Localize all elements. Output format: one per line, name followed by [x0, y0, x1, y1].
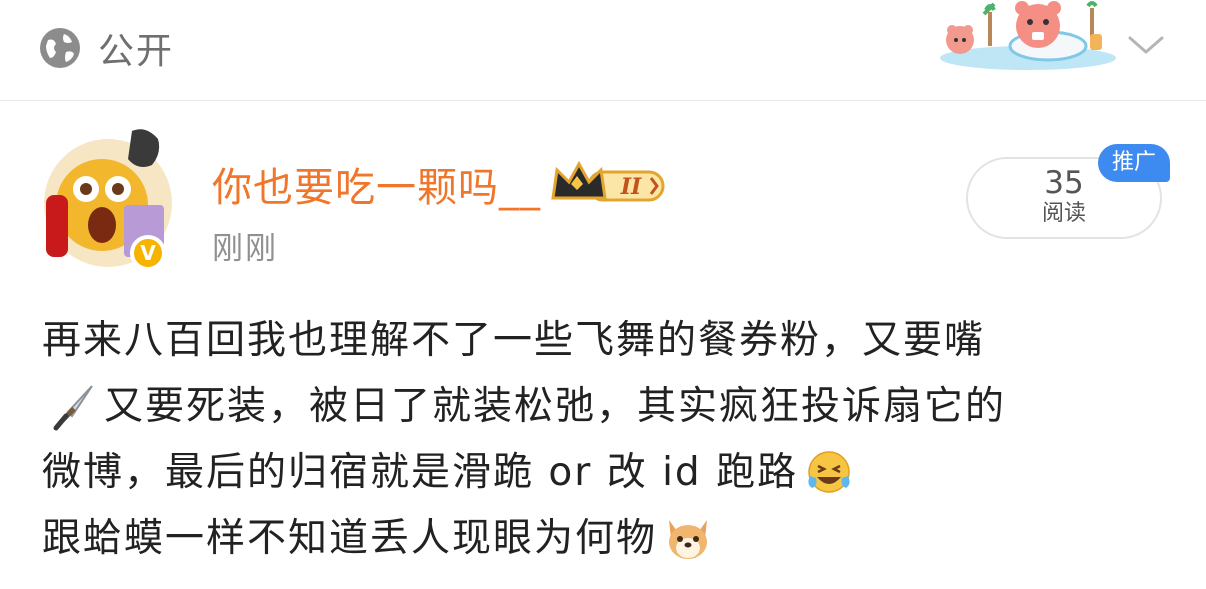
visibility-label: 公开 [98, 31, 175, 72]
post-content: 再来八百回我也理解不了一些飞舞的餐券粉，又要嘴 又要死装，被日了就装松弛，其实疯… [42, 308, 1172, 572]
post-text: 又要死装，被日了就装松弛，其实疯狂投诉扇它的 [104, 384, 1007, 429]
author-info: 你也要吃一颗吗__ II 刚刚 [212, 153, 669, 268]
read-label: 阅读 [1041, 201, 1086, 226]
verified-mark: V [140, 241, 156, 265]
globe-icon [40, 28, 80, 68]
post-line: 再来八百回我也理解不了一些飞舞的餐券粉，又要嘴 [42, 308, 1172, 374]
visibility-selector[interactable]: 公开 [38, 26, 174, 72]
post-text: 微博，最后的归宿就是滑跪 or 改 id 跑路 [42, 450, 799, 495]
author-name[interactable]: 你也要吃一颗吗__ [212, 155, 541, 213]
post-line: 跟蛤蟆一样不知道丢人现眼为何物 [42, 506, 1172, 572]
post-line: 又要死装，被日了就装松弛，其实疯狂投诉扇它的 [42, 374, 1172, 440]
chevron-down-icon[interactable] [1126, 30, 1166, 60]
post-line: 微博，最后的归宿就是滑跪 or 改 id 跑路 [42, 440, 1172, 506]
visibility-bar: 公开 [0, 0, 1206, 101]
sword-icon [53, 385, 93, 431]
post-time: 刚刚 [212, 231, 278, 267]
banner-illustration [940, 1, 1116, 70]
post-text: 跟蛤蟆一样不知道丢人现眼为何物 [42, 516, 658, 561]
promo-badge[interactable]: 推广 [1098, 144, 1170, 182]
weibo-post-page: 公开 V 你也要吃一颗吗__ II 刚刚 35 阅读 推广 再来八百回我也理解不… [0, 0, 1206, 589]
member-crown-badge[interactable]: II [549, 158, 669, 210]
avatar[interactable]: V [40, 125, 176, 271]
badge-level: II [620, 174, 642, 200]
laughing-tears-icon [808, 451, 850, 493]
post-text: 再来八百回我也理解不了一些飞舞的餐券粉，又要嘴 [42, 318, 986, 363]
dog-face-icon [669, 520, 708, 559]
